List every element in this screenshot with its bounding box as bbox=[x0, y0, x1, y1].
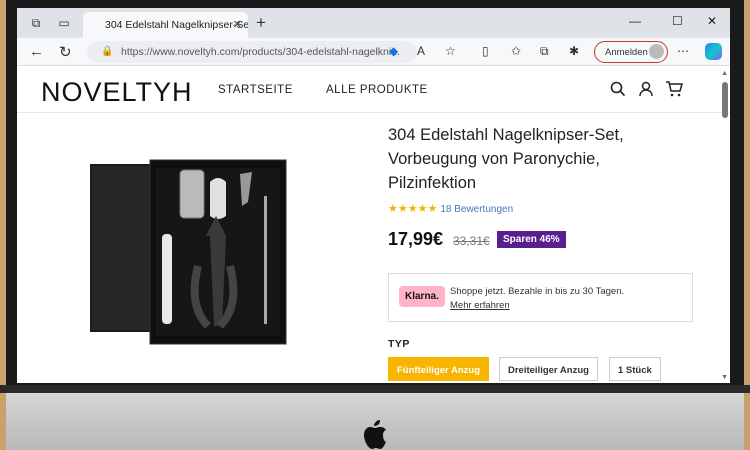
rating-stars-icon: ★★★★★ bbox=[388, 203, 438, 215]
favorite-star-icon[interactable]: ☆ bbox=[445, 44, 456, 58]
browser-toolbar: ← ↻ 🔒 https://www.noveltyh.com/products/… bbox=[17, 38, 730, 66]
tab-active[interactable]: 304 Edelstahl Nagelknipser-Set, ✕ bbox=[83, 12, 248, 38]
rating[interactable]: ★★★★★ 18 Bewertungen bbox=[388, 202, 513, 215]
account-icon[interactable] bbox=[637, 80, 655, 98]
address-bar[interactable]: 🔒 https://www.noveltyh.com/products/304-… bbox=[87, 41, 417, 63]
search-icon[interactable] bbox=[609, 80, 627, 98]
current-price: 17,99€ bbox=[388, 229, 444, 249]
tab-title: 304 Edelstahl Nagelknipser-Set, bbox=[105, 19, 248, 31]
web-page: NOVELTYH STARTSEITE ALLE PRODUKTE ▲ ▼ 30… bbox=[17, 66, 730, 383]
site-header: NOVELTYH STARTSEITE ALLE PRODUKTE ▲ bbox=[17, 66, 730, 113]
favorites-icon[interactable]: ✩ bbox=[511, 44, 521, 58]
new-tab-icon[interactable]: + bbox=[256, 13, 266, 33]
old-price: 33,31€ bbox=[453, 234, 490, 248]
avatar bbox=[649, 44, 664, 59]
more-menu-icon[interactable]: ⋯ bbox=[677, 44, 689, 58]
klarna-logo: Klarna. bbox=[399, 286, 445, 307]
option-three-piece[interactable]: Dreiteiliger Anzug bbox=[499, 357, 598, 381]
nav-all-products[interactable]: ALLE PRODUKTE bbox=[326, 84, 428, 96]
split-screen-icon[interactable]: ▯ bbox=[482, 44, 489, 58]
product-image[interactable] bbox=[90, 156, 290, 346]
klarna-text: Shoppe jetzt. Bezahle in bis zu 30 Tagen… bbox=[450, 286, 625, 297]
option-one-piece[interactable]: 1 Stück bbox=[609, 357, 661, 381]
klarna-box: Klarna. Shoppe jetzt. Bezahle in bis zu … bbox=[388, 273, 693, 322]
option-five-piece[interactable]: Fünfteiliger Anzug bbox=[388, 357, 490, 381]
scroll-down-icon[interactable]: ▼ bbox=[721, 374, 728, 381]
url-text: https://www.noveltyh.com/products/304-ed… bbox=[121, 46, 400, 58]
maximize-icon[interactable]: ☐ bbox=[672, 14, 683, 28]
close-tab-icon[interactable]: ✕ bbox=[233, 18, 242, 31]
extensions-icon[interactable]: ✱ bbox=[569, 44, 579, 58]
back-icon[interactable]: ← bbox=[29, 43, 44, 60]
lock-icon: 🔒 bbox=[101, 46, 114, 57]
type-label: TYP bbox=[388, 338, 410, 350]
scroll-up-icon[interactable]: ▲ bbox=[721, 70, 728, 77]
minimize-icon[interactable]: — bbox=[629, 14, 641, 28]
cart-icon[interactable] bbox=[665, 80, 683, 98]
site-logo[interactable]: NOVELTYH bbox=[41, 77, 193, 108]
klarna-learn-more-link[interactable]: Mehr erfahren bbox=[450, 300, 510, 311]
nav-home[interactable]: STARTSEITE bbox=[218, 84, 293, 96]
scrollbar-thumb[interactable] bbox=[722, 82, 728, 118]
copilot-icon[interactable] bbox=[705, 43, 722, 60]
review-count[interactable]: 18 Bewertungen bbox=[440, 204, 513, 215]
product-title: 304 Edelstahl Nagelknipser-Set, Vorbeugu… bbox=[388, 126, 624, 192]
tab-bar: ⧉ ▭ 304 Edelstahl Nagelknipser-Set, ✕ + … bbox=[17, 8, 730, 38]
tab-actions-icon[interactable]: ▭ bbox=[57, 16, 71, 30]
signin-label: Anmelden bbox=[605, 47, 648, 58]
workspaces-icon[interactable]: ⧉ bbox=[29, 16, 43, 30]
refresh-icon[interactable]: ↻ bbox=[59, 43, 72, 61]
collections-icon[interactable]: ⧉ bbox=[540, 44, 549, 59]
discount-badge: Sparen 46% bbox=[497, 231, 566, 248]
close-window-icon[interactable]: ✕ bbox=[707, 14, 717, 28]
read-aloud-icon[interactable]: A bbox=[417, 44, 425, 58]
browser-window: ⧉ ▭ 304 Edelstahl Nagelknipser-Set, ✕ + … bbox=[17, 8, 730, 383]
signin-button[interactable]: Anmelden bbox=[594, 41, 668, 63]
apple-logo-icon bbox=[364, 420, 386, 449]
shopping-tag-icon[interactable]: ◆ bbox=[389, 44, 398, 58]
